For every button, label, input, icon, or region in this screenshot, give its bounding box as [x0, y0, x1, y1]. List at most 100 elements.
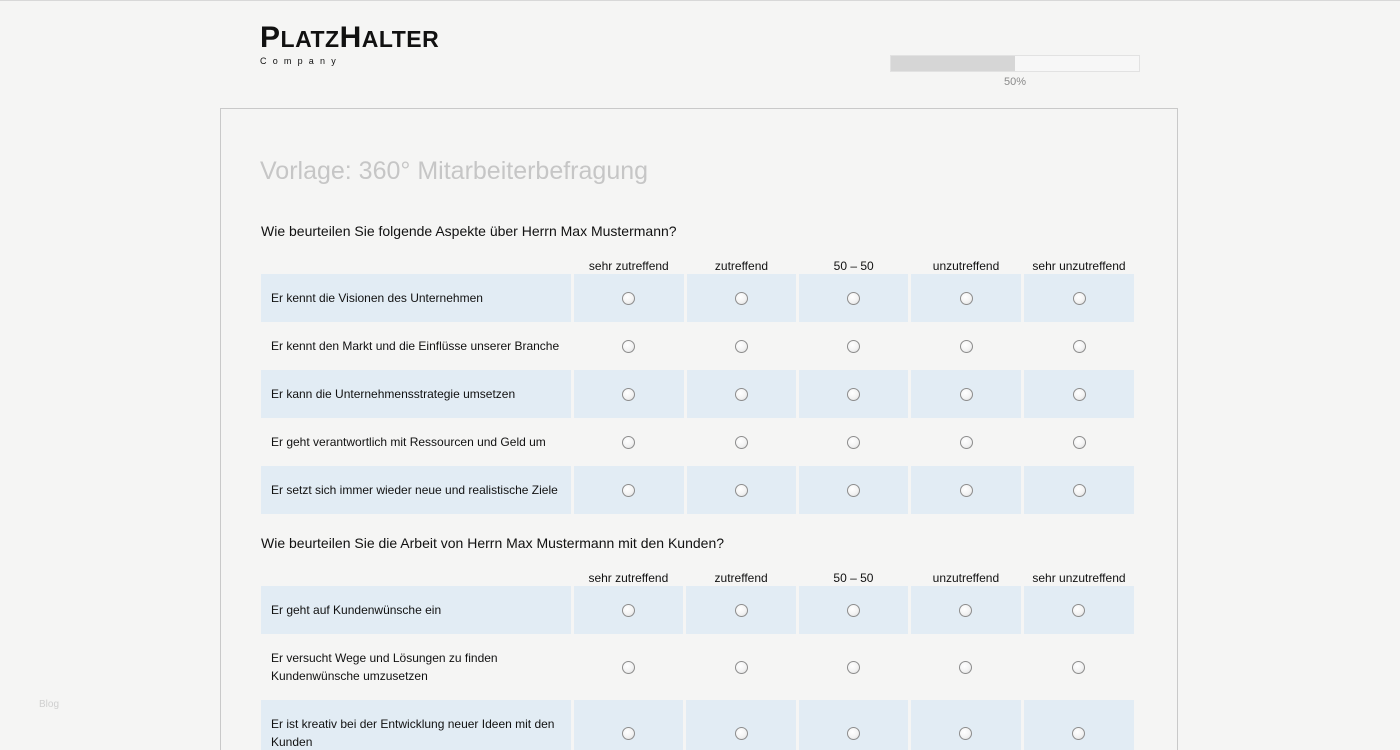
- logo-letter-h: H: [339, 21, 362, 54]
- option-cell: [799, 466, 909, 514]
- rating-radio[interactable]: [959, 292, 973, 306]
- rating-radio[interactable]: [847, 388, 861, 402]
- statement-label: Er geht verantwortlich mit Ressourcen un…: [271, 435, 546, 449]
- logo-text-alter: ALTER: [361, 26, 440, 52]
- option-cell: [686, 370, 797, 418]
- option-cell: [686, 466, 797, 514]
- rating-radio[interactable]: [622, 436, 636, 450]
- option-cell: [1024, 634, 1134, 700]
- watermark-text: Blog: [39, 699, 60, 710]
- rating-radio[interactable]: [622, 484, 636, 498]
- survey-card: Vorlage: 360° Mitarbeiterbefragung Wie b…: [220, 108, 1178, 750]
- option-cell: [911, 370, 1021, 418]
- option-cell: [686, 634, 796, 700]
- option-cell: [799, 418, 908, 466]
- rating-radio[interactable]: [622, 388, 636, 402]
- option-cell: [686, 700, 796, 750]
- logo-wordmark: PLATZHALTER: [260, 23, 439, 54]
- option-cell: [1024, 466, 1134, 514]
- option-cell: [1023, 586, 1134, 634]
- rating-radio[interactable]: [621, 661, 635, 675]
- option-cell: [911, 418, 1021, 466]
- option-cell: [573, 466, 684, 514]
- rating-radio[interactable]: [959, 727, 973, 741]
- option-cell: [799, 322, 908, 370]
- option-cell: [686, 586, 796, 634]
- option-cell: [573, 586, 684, 634]
- rating-radio[interactable]: [1072, 484, 1086, 498]
- rating-radio[interactable]: [959, 484, 973, 498]
- statement-label: Er versucht Wege und Lösungen zu finden …: [271, 651, 498, 683]
- option-cell: [799, 370, 909, 418]
- rating-radio[interactable]: [846, 727, 860, 741]
- matrix-row: Er versucht Wege und Lösungen zu finden …: [261, 634, 1134, 700]
- option-cell: [911, 274, 1021, 322]
- rating-radio[interactable]: [1072, 436, 1086, 450]
- option-cell: [1024, 370, 1134, 418]
- matrix-row: Er geht auf Kundenwünsche ein: [261, 586, 1134, 634]
- rating-radio[interactable]: [621, 727, 635, 741]
- rating-radio[interactable]: [959, 388, 973, 402]
- option-cell: [574, 418, 684, 466]
- rating-radio[interactable]: [959, 340, 973, 354]
- scale-header: zutreffend: [714, 571, 768, 585]
- option-cell: [573, 274, 684, 322]
- matrix-row: Er kann die Unternehmensstrategie umsetz…: [261, 370, 1134, 418]
- statement-label: Er setzt sich immer wieder neue und real…: [261, 466, 571, 514]
- rating-radio[interactable]: [959, 661, 973, 675]
- survey-title: Vorlage: 360° Mitarbeiterbefragung: [260, 157, 649, 185]
- rating-radio[interactable]: [847, 292, 861, 306]
- scale-header-row: sehr zutreffend zutreffend 50 – 50 unzut…: [261, 563, 1134, 586]
- rating-radio[interactable]: [1072, 388, 1086, 402]
- rating-radio[interactable]: [1072, 661, 1086, 675]
- scale-header: sehr unzutreffend: [1032, 571, 1126, 585]
- rating-radio[interactable]: [959, 604, 973, 618]
- rating-radio[interactable]: [959, 436, 973, 450]
- option-cell: [1024, 274, 1134, 322]
- option-cell: [910, 700, 1021, 750]
- rating-radio[interactable]: [734, 436, 748, 450]
- rating-radio[interactable]: [847, 436, 861, 450]
- statement-label: Er ist kreativ bei der Entwicklung neuer…: [261, 700, 571, 750]
- rating-radio[interactable]: [734, 484, 748, 498]
- rating-radio[interactable]: [734, 661, 748, 675]
- rating-radio[interactable]: [734, 388, 748, 402]
- rating-radio[interactable]: [622, 340, 636, 354]
- option-cell: [911, 634, 1021, 700]
- statement-label: Er kann die Unternehmensstrategie umsetz…: [261, 370, 571, 418]
- matrix-row: Er kennt den Markt und die Einflüsse uns…: [261, 322, 1134, 370]
- rating-radio[interactable]: [621, 604, 635, 618]
- scale-header: 50 – 50: [833, 571, 874, 585]
- scale-header: sehr unzutreffend: [1032, 259, 1126, 273]
- rating-radio[interactable]: [622, 292, 636, 306]
- rating-radio[interactable]: [846, 661, 860, 675]
- progress-bar-track: [890, 55, 1140, 72]
- rating-radio[interactable]: [1072, 727, 1086, 741]
- matrix-row: Er setzt sich immer wieder neue und real…: [261, 466, 1134, 514]
- option-cell: [1024, 322, 1134, 370]
- option-cell: [911, 466, 1021, 514]
- option-cell: [573, 700, 684, 750]
- rating-radio[interactable]: [1072, 604, 1086, 618]
- option-cell: [911, 322, 1021, 370]
- option-cell: [574, 634, 684, 700]
- question-block-2: Wie beurteilen Sie die Arbeit von Herrn …: [261, 535, 1137, 750]
- option-cell: [1023, 700, 1134, 750]
- option-cell: [799, 700, 908, 750]
- option-cell: [687, 418, 797, 466]
- rating-radio[interactable]: [734, 292, 748, 306]
- rating-radio[interactable]: [734, 340, 748, 354]
- rating-radio[interactable]: [846, 604, 860, 618]
- rating-radio[interactable]: [847, 484, 861, 498]
- rating-radio[interactable]: [1072, 340, 1086, 354]
- logo-subtitle: Company: [260, 56, 342, 66]
- header-spacer: [261, 251, 571, 274]
- header-spacer: [261, 563, 571, 586]
- company-logo: PLATZHALTER Company: [260, 23, 439, 67]
- rating-radio[interactable]: [734, 604, 748, 618]
- rating-radio[interactable]: [847, 340, 861, 354]
- rating-radio[interactable]: [1072, 292, 1086, 306]
- rating-radio[interactable]: [734, 727, 748, 741]
- logo-letter-p: P: [260, 21, 281, 54]
- question-title: Wie beurteilen Sie die Arbeit von Herrn …: [261, 535, 725, 551]
